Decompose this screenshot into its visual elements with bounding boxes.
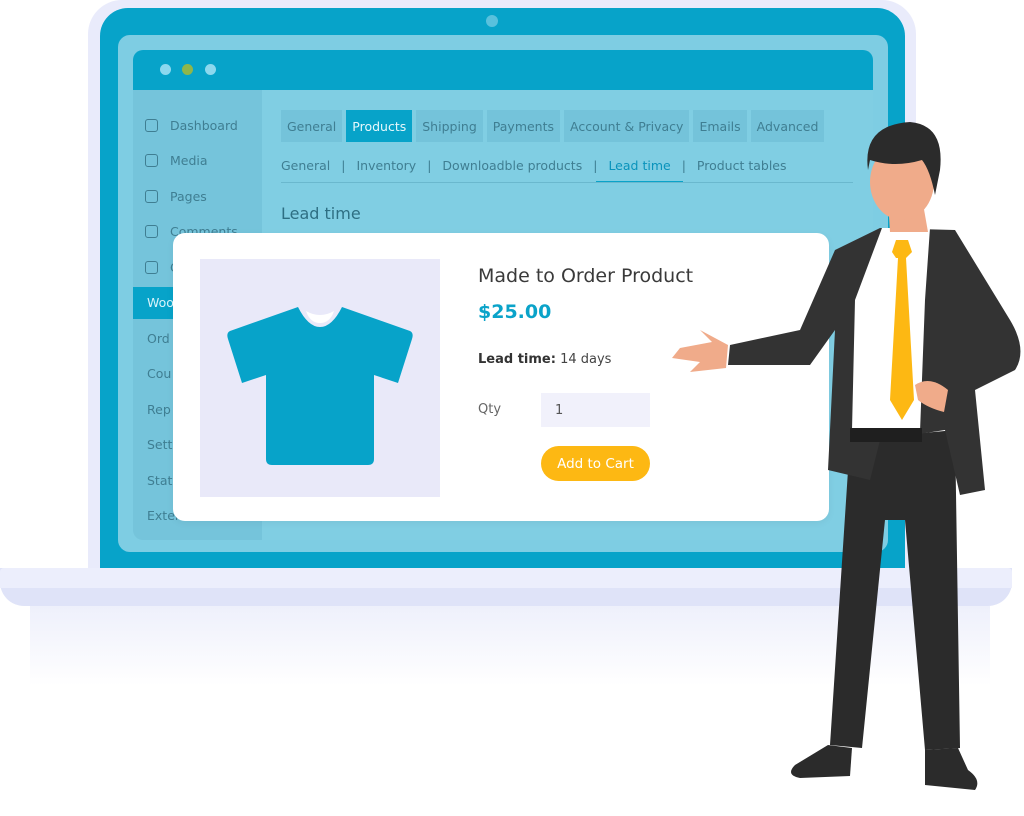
product-image — [200, 259, 440, 497]
window-dot-icon[interactable] — [205, 64, 216, 75]
sidebar-item-label: Stat — [147, 472, 173, 488]
lead-time-label: Lead time: — [478, 352, 556, 367]
section-heading: Lead time — [281, 204, 361, 223]
separator: | — [427, 158, 432, 173]
sidebar-item-label: Sett — [147, 437, 173, 452]
pages-icon — [145, 189, 158, 203]
tab-payments[interactable]: Payments — [486, 110, 561, 142]
subtab-downloadble-products[interactable]: Downloadble products — [442, 158, 582, 183]
add-to-cart-button[interactable]: Add to Cart — [541, 446, 650, 481]
lead-time-value: 14 days — [560, 352, 612, 367]
mail-icon — [145, 260, 158, 274]
sidebar-item-label: Woo — [147, 295, 174, 310]
media-icon — [145, 154, 158, 167]
sidebar-item-label: Pages — [170, 188, 207, 204]
sidebar-item-label: Dashboard — [170, 117, 238, 133]
tab-shipping[interactable]: Shipping — [416, 110, 483, 142]
sidebar-item-label: Cou — [147, 366, 172, 381]
sidebar-item-label: Ord — [147, 330, 170, 346]
tshirt-icon — [227, 307, 413, 465]
sidebar-item-pages[interactable]: Pages — [133, 180, 262, 212]
separator: | — [341, 158, 346, 173]
product-price: $25.00 — [478, 301, 552, 323]
lead-time: Lead time: 14 days — [478, 352, 611, 367]
sidebar-item-dashboard[interactable]: Dashboard — [133, 109, 262, 141]
window-dot-icon[interactable] — [160, 64, 171, 75]
businessman-illustration — [672, 122, 1021, 790]
tab-general[interactable]: General — [281, 110, 343, 142]
sidebar-item-media[interactable]: Media — [133, 145, 262, 177]
window-dot-icon[interactable] — [182, 64, 193, 75]
qty-input[interactable] — [541, 393, 650, 427]
qty-label: Qty — [478, 402, 502, 417]
tab-products[interactable]: Products — [346, 110, 413, 142]
sidebar-item-label: Media — [170, 153, 208, 168]
camera-icon — [486, 15, 498, 27]
comments-icon — [145, 225, 158, 238]
subtab-inventory[interactable]: Inventory — [356, 158, 416, 183]
sidebar-item-label: Rep — [147, 401, 171, 417]
title-bar — [133, 50, 873, 90]
subtab-general[interactable]: General — [281, 158, 330, 183]
dashboard-icon — [145, 118, 158, 132]
